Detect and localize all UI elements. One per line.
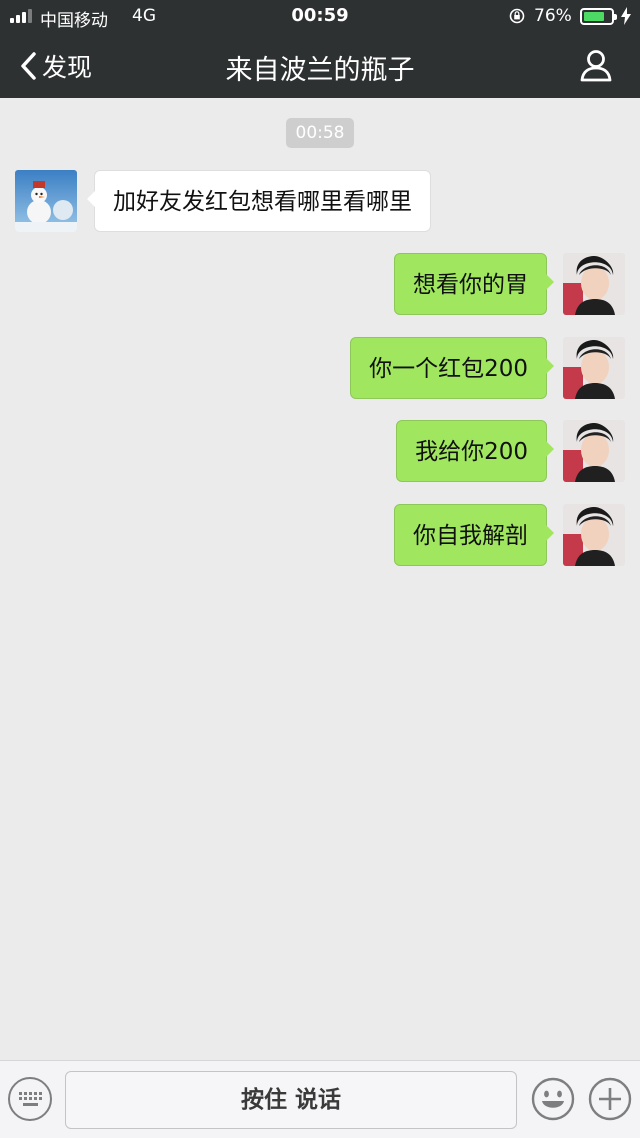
sender-avatar[interactable] xyxy=(15,170,77,232)
status-bar: 中国移动 4G 00:59 76% xyxy=(0,0,640,34)
user-avatar-image xyxy=(563,504,625,566)
message-timestamp: 00:58 xyxy=(286,118,354,148)
keyboard-button[interactable] xyxy=(8,1077,52,1121)
received-message[interactable]: 加好友发红包想看哪里看哪里 xyxy=(87,170,431,232)
emoji-icon[interactable] xyxy=(531,1077,575,1121)
user-avatar-image xyxy=(563,253,625,315)
battery-icon xyxy=(580,8,617,25)
battery-percent: 76% xyxy=(534,6,572,26)
sent-message[interactable]: 你一个红包200 xyxy=(350,337,554,399)
input-bar: 按住 说话 xyxy=(0,1060,640,1138)
user-avatar-image xyxy=(563,337,625,399)
message-list[interactable]: 00:58 加好友发红包想看哪里看哪里 想看你的胃 你一个红包200 我给你20… xyxy=(0,98,640,1060)
my-avatar[interactable] xyxy=(563,420,625,482)
sent-message[interactable]: 你自我解剖 xyxy=(394,504,554,566)
my-avatar[interactable] xyxy=(563,253,625,315)
charging-icon xyxy=(621,7,631,25)
keyboard-icon xyxy=(19,1092,42,1106)
my-avatar[interactable] xyxy=(563,337,625,399)
rotation-lock-icon xyxy=(509,8,525,24)
page-title: 来自波兰的瓶子 xyxy=(225,55,415,86)
snowman-avatar-image xyxy=(15,170,77,232)
user-avatar-image xyxy=(563,420,625,482)
sent-message[interactable]: 我给你200 xyxy=(396,420,554,482)
chat-screen: 中国移动 4G 00:59 76% 发现 来自波兰的瓶子 00:58 加好友发红… xyxy=(0,0,640,1138)
sent-message[interactable]: 想看你的胃 xyxy=(394,253,554,315)
plus-icon[interactable] xyxy=(588,1077,632,1121)
person-icon[interactable] xyxy=(578,48,614,84)
hold-to-talk-button[interactable]: 按住 说话 xyxy=(65,1071,517,1129)
my-avatar[interactable] xyxy=(563,504,625,566)
top-bar: 中国移动 4G 00:59 76% 发现 来自波兰的瓶子 xyxy=(0,0,640,98)
nav-bar: 发现 来自波兰的瓶子 xyxy=(0,34,640,98)
